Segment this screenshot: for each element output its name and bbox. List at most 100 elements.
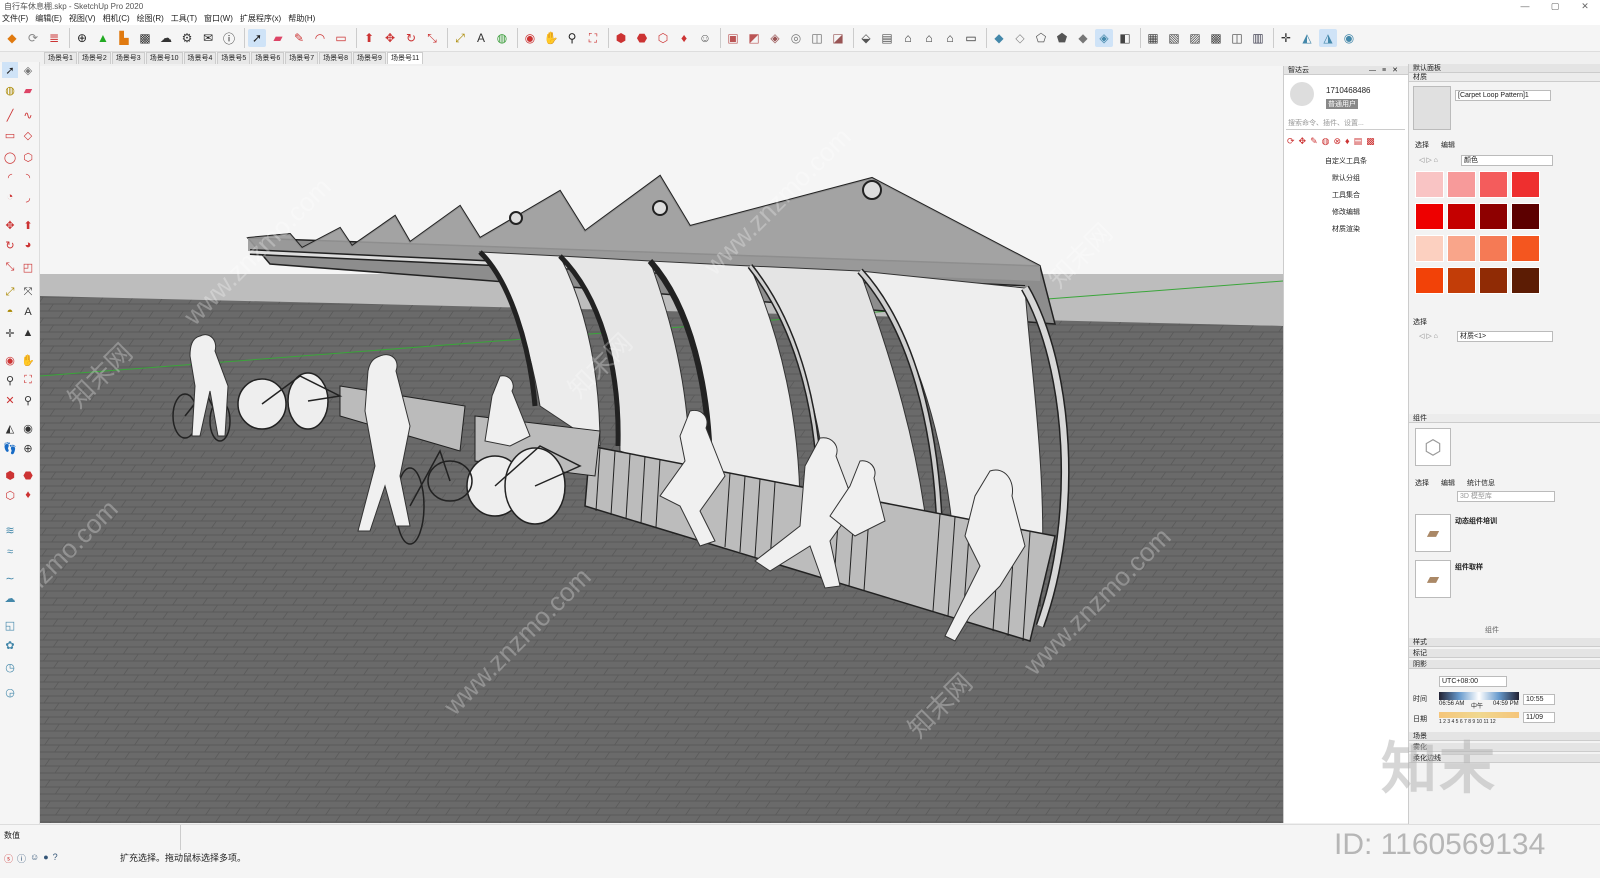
color-swatch[interactable]: [1447, 267, 1476, 294]
tab-select[interactable]: 选择: [1415, 140, 1429, 150]
menu-view[interactable]: 视图(V): [69, 13, 96, 24]
mail-icon[interactable]: ✉: [199, 29, 217, 47]
plugin-menu-item[interactable]: 自定义工具条: [1284, 156, 1408, 166]
color-swatch[interactable]: [1479, 171, 1508, 198]
components-header[interactable]: 组件: [1409, 414, 1600, 423]
paint-bucket-icon[interactable]: ◍: [493, 29, 511, 47]
tab-scene[interactable]: 场景号9: [353, 52, 386, 64]
tab-scene[interactable]: 场景号3: [111, 52, 145, 64]
sandbox-drape-icon[interactable]: ∼: [2, 570, 18, 586]
position-camera-icon[interactable]: ◭: [1298, 29, 1316, 47]
warehouse-icon[interactable]: ⬢: [612, 29, 630, 47]
add-circle-icon[interactable]: ⊕: [73, 29, 91, 47]
section-cut-icon[interactable]: ▧: [1165, 29, 1183, 47]
materials-header[interactable]: 材质: [1409, 73, 1600, 82]
color-swatch[interactable]: [1447, 203, 1476, 230]
tab-scene[interactable]: 场景号8: [319, 52, 353, 64]
component-folder-icon[interactable]: ▰: [1415, 514, 1451, 552]
scale-icon[interactable]: ⤡: [2, 259, 18, 275]
tab-scene[interactable]: 场景号2: [77, 52, 111, 64]
component-item[interactable]: 组件取样: [1455, 562, 1483, 572]
color-swatch[interactable]: [1415, 235, 1444, 262]
erase-icon[interactable]: ⊗: [1334, 136, 1342, 147]
paint-icon[interactable]: ◍: [2, 82, 18, 98]
rectangle-tool-icon[interactable]: ▭: [332, 29, 350, 47]
refresh-icon[interactable]: ⟳: [24, 29, 42, 47]
axes-tool-icon[interactable]: ✛: [2, 325, 18, 341]
sandbox-smoove-icon[interactable]: ≋: [2, 522, 18, 538]
minimize-button[interactable]: —: [1510, 1, 1540, 11]
ruby-icon[interactable]: ♦: [1345, 136, 1350, 147]
paint-icon[interactable]: ◍: [1322, 136, 1330, 147]
tab-scene-active[interactable]: 场景号11: [386, 52, 424, 64]
help-icon[interactable]: ?: [53, 852, 58, 865]
menu-window[interactable]: 窗口(W): [204, 13, 233, 24]
extension-icon[interactable]: ⬡: [2, 487, 18, 503]
group-icon[interactable]: ◫: [1228, 29, 1246, 47]
tape-icon[interactable]: ⤢: [2, 284, 18, 300]
color-swatch[interactable]: [1479, 235, 1508, 262]
extension-warehouse-icon[interactable]: ⬣: [633, 29, 651, 47]
backedges-style-icon[interactable]: ◇: [1011, 29, 1029, 47]
section-plane-icon[interactable]: ▦: [1144, 29, 1162, 47]
shadows-header[interactable]: 阴影: [1409, 660, 1600, 669]
select-tool-icon[interactable]: ➚: [248, 29, 266, 47]
box-icon[interactable]: ▩: [1366, 136, 1375, 147]
circle-icon[interactable]: ◯: [2, 149, 18, 165]
arc-icon[interactable]: ◜: [2, 169, 18, 185]
credit-icon[interactable]: ⓘ: [17, 852, 26, 865]
components-tab-edit[interactable]: 编辑: [1441, 478, 1455, 488]
tab-scene[interactable]: 场景号5: [217, 52, 251, 64]
tab-scene[interactable]: 场景号4: [183, 52, 217, 64]
back-view-icon[interactable]: ⌂: [941, 29, 959, 47]
look-around-icon[interactable]: ◉: [20, 420, 36, 436]
sandbox-detail-icon[interactable]: ◱: [2, 617, 18, 633]
solid-union-icon[interactable]: ▣: [724, 29, 742, 47]
component-icon[interactable]: ▩: [1207, 29, 1225, 47]
components-tab-stats[interactable]: 统计信息: [1467, 478, 1495, 488]
plugin-menu-item[interactable]: 工具集合: [1284, 190, 1408, 200]
close-button[interactable]: ✕: [1570, 1, 1600, 12]
component-item[interactable]: 动态组件培训: [1455, 516, 1497, 526]
layers-icon[interactable]: ≣: [45, 29, 63, 47]
monochrome-style-icon[interactable]: ◧: [1116, 29, 1134, 47]
time-value-field[interactable]: 10:55: [1523, 694, 1555, 705]
walk-icon[interactable]: 👣: [2, 440, 18, 456]
component-search-input[interactable]: 3D 模型库: [1457, 491, 1555, 502]
rotated-rect-icon[interactable]: ◇: [20, 127, 36, 143]
left-view-icon[interactable]: ▭: [962, 29, 980, 47]
eraser-icon[interactable]: ▰: [20, 82, 36, 98]
ruby-icon[interactable]: ♦: [20, 487, 36, 503]
pencil-tool-icon[interactable]: ✎: [290, 29, 308, 47]
plugin-menu-item[interactable]: 默认分组: [1284, 173, 1408, 183]
followme-icon[interactable]: ◕: [20, 237, 36, 253]
color-swatch[interactable]: [1511, 171, 1540, 198]
3d-text-icon[interactable]: ▲: [20, 325, 36, 341]
ruby-icon[interactable]: ♦: [675, 29, 693, 47]
nav-arrows-icon[interactable]: ◁ ▷ ⌂: [1419, 156, 1438, 164]
pie-icon[interactable]: ◔: [2, 189, 18, 205]
iso-view-icon[interactable]: ⬙: [857, 29, 875, 47]
line-icon[interactable]: ╱: [2, 107, 18, 123]
sandbox-add-icon[interactable]: ◷: [2, 659, 18, 675]
color-swatch[interactable]: [1415, 171, 1444, 198]
share-model-icon[interactable]: ⬡: [654, 29, 672, 47]
drape-icon[interactable]: ◪: [829, 29, 847, 47]
menu-help[interactable]: 帮助(H): [288, 13, 315, 24]
model-material-select[interactable]: 材质<1>: [1457, 331, 1553, 342]
orbit-tool-icon[interactable]: ◉: [521, 29, 539, 47]
pushpull-icon[interactable]: ⬆: [20, 217, 36, 233]
model-viewport[interactable]: www.znzmo.com www.znzmo.com 知末网 知末网 www.…: [40, 66, 1283, 823]
color-swatch[interactable]: [1511, 203, 1540, 230]
sandbox-grid-icon[interactable]: ☁: [2, 590, 18, 606]
make-component-icon[interactable]: ◈: [20, 62, 36, 78]
timezone-select[interactable]: UTC+08:00: [1439, 676, 1507, 687]
user-icon[interactable]: ☺: [30, 852, 39, 865]
orbit-icon[interactable]: ◉: [2, 352, 18, 368]
move-tool-icon[interactable]: ✥: [381, 29, 399, 47]
tags-header[interactable]: 标记: [1409, 649, 1600, 658]
menu-extensions[interactable]: 扩展程序(x): [240, 13, 281, 24]
offset-icon[interactable]: ◰: [20, 259, 36, 275]
top-view-icon[interactable]: ▤: [878, 29, 896, 47]
tab-scene[interactable]: 场景号10: [145, 52, 183, 64]
